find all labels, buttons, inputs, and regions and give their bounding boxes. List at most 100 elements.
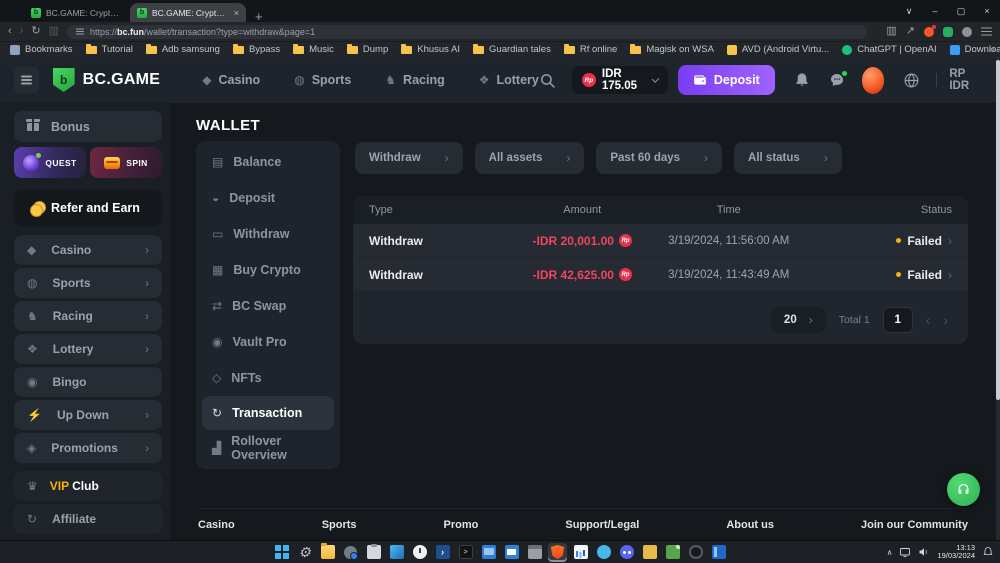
footer-link[interactable]: Sports — [322, 519, 357, 531]
bookmark-item[interactable]: Guardian tales — [473, 44, 551, 55]
bookmark-item[interactable]: Music — [293, 44, 334, 55]
chevron-right-icon[interactable] — [948, 269, 952, 281]
browser-tab-2-active[interactable]: BC.GAME: Crypto Casino Games — [130, 3, 246, 22]
balance-selector[interactable]: Rp IDR 175.05 — [572, 66, 668, 94]
chevron-right-icon[interactable] — [948, 235, 952, 247]
taskbar-app[interactable] — [410, 543, 429, 562]
bonus-button[interactable]: Bonus — [14, 111, 162, 142]
sidebar-item[interactable]: Promotions — [14, 433, 162, 463]
sidebar-item[interactable]: Racing — [14, 301, 162, 331]
browser-tab-1[interactable]: BC.GAME: Crypto Casino Games & C — [24, 3, 130, 22]
filter-dropdown[interactable]: All assets — [475, 142, 585, 174]
sidebar-item[interactable]: Sports — [14, 268, 162, 298]
bookmark-item[interactable]: Magisk on WSA — [630, 44, 714, 55]
footer-link[interactable]: Casino — [198, 519, 235, 531]
browser-menu-icon[interactable] — [981, 31, 992, 33]
sidebar-item[interactable]: Up Down — [14, 400, 162, 430]
footer-link[interactable]: Support/Legal — [565, 519, 639, 531]
user-avatar[interactable] — [862, 67, 885, 94]
bookmark-item[interactable]: Bypass — [233, 44, 280, 55]
brand-logo[interactable]: BC.GAME — [53, 68, 161, 92]
share-icon[interactable]: ↗ — [906, 26, 915, 37]
forward-icon[interactable]: › — [20, 26, 24, 37]
footer-link[interactable]: Join our Community — [861, 519, 968, 531]
taskbar-app[interactable] — [387, 543, 406, 562]
page-size-selector[interactable]: 20 — [771, 307, 826, 333]
chat-icon[interactable] — [829, 72, 845, 88]
table-row[interactable]: Withdraw -IDR 20,001.00 Rp 3/19/2024, 11… — [353, 224, 968, 258]
search-icon[interactable] — [539, 72, 556, 89]
scrollbar-track[interactable] — [996, 57, 1000, 540]
taskbar-app[interactable] — [686, 543, 705, 562]
taskbar-app[interactable] — [617, 543, 636, 562]
bookmark-item[interactable]: Tutorial — [86, 44, 133, 55]
currency-label[interactable]: RP IDR — [949, 68, 982, 92]
taskbar-app[interactable] — [433, 543, 452, 562]
sidebar-item[interactable]: Casino — [14, 235, 162, 265]
taskbar-app[interactable] — [318, 543, 337, 562]
notifications-bell-icon[interactable] — [794, 72, 810, 88]
wallet-nav-item[interactable]: Transaction — [202, 396, 334, 430]
bookmark-item[interactable]: Adb samsung — [146, 44, 220, 55]
bookmark-item[interactable]: Khusus AI — [401, 44, 460, 55]
notification-bell-icon[interactable] — [982, 546, 994, 558]
side-panel-icon[interactable]: ▥ — [886, 26, 896, 37]
extension-icon[interactable] — [943, 27, 953, 37]
taskbar-app[interactable] — [295, 543, 314, 562]
tab-close-icon[interactable] — [234, 8, 239, 18]
wallet-nav-item[interactable]: Buy Crypto — [196, 252, 340, 288]
profile-icon[interactable] — [962, 27, 972, 37]
taskbar-clock[interactable]: 13:13 19/03/2024 — [937, 544, 975, 561]
bookmark-item[interactable]: ChatGPT | OpenAI — [842, 44, 936, 55]
bookmark-item[interactable]: Rf online — [564, 44, 618, 55]
sidebar-item[interactable]: VIPClub — [14, 471, 162, 501]
reading-list-icon[interactable]: ▥ — [49, 26, 59, 37]
url-bar[interactable]: https://bc.fun/wallet/transaction?type=w… — [67, 25, 867, 39]
taskbar-app[interactable] — [571, 543, 590, 562]
taskbar-app[interactable] — [341, 543, 360, 562]
taskbar-app[interactable] — [640, 543, 659, 562]
wallet-nav-item[interactable]: Vault Pro — [196, 324, 340, 360]
back-icon[interactable]: ‹ — [8, 26, 12, 37]
bookmarks-overflow-icon[interactable] — [989, 44, 995, 55]
table-row[interactable]: Withdraw -IDR 42,625.00 Rp 3/19/2024, 11… — [353, 258, 968, 292]
display-icon[interactable] — [899, 546, 911, 558]
language-globe-icon[interactable] — [903, 72, 920, 89]
brave-rewards-icon[interactable] — [924, 27, 934, 37]
new-tab-button[interactable] — [255, 12, 263, 22]
current-page-input[interactable]: 1 — [883, 307, 913, 333]
sidebar-item[interactable]: Bingo — [14, 367, 162, 397]
taskbar-app[interactable] — [502, 543, 521, 562]
support-chat-button[interactable] — [947, 473, 980, 506]
taskbar-app[interactable] — [663, 543, 682, 562]
minimize-button[interactable]: – — [922, 0, 948, 22]
speaker-icon[interactable] — [918, 546, 930, 558]
taskbar-app[interactable] — [456, 543, 475, 562]
tab-search-icon[interactable]: ∨ — [896, 0, 922, 22]
wallet-nav-item[interactable]: BC Swap — [196, 288, 340, 324]
prev-page-icon[interactable]: ‹ — [926, 313, 931, 327]
hamburger-menu-button[interactable] — [14, 67, 39, 93]
taskbar-app[interactable] — [272, 543, 291, 562]
filter-dropdown[interactable]: Past 60 days — [596, 142, 722, 174]
taskbar-app[interactable] — [594, 543, 613, 562]
footer-link[interactable]: About us — [726, 519, 774, 531]
wallet-nav-item[interactable]: NFTs — [196, 360, 340, 396]
reload-icon[interactable]: ↻ — [31, 26, 40, 37]
filter-dropdown[interactable]: All status — [734, 142, 842, 174]
top-nav-item[interactable]: Racing — [385, 73, 444, 87]
wallet-nav-item[interactable]: Rollover Overview — [196, 430, 340, 466]
sidebar-item[interactable]: Affiliate — [14, 504, 162, 534]
deposit-button[interactable]: Deposit — [678, 65, 775, 95]
sidebar-item[interactable]: Lottery — [14, 334, 162, 364]
bookmark-item[interactable]: Dump — [347, 44, 388, 55]
close-button[interactable]: × — [974, 0, 1000, 22]
wallet-nav-item[interactable]: Balance — [196, 144, 340, 180]
spin-button[interactable]: SPIN — [90, 147, 162, 178]
scrollbar-thumb[interactable] — [996, 60, 1000, 400]
quest-button[interactable]: QUEST — [14, 147, 86, 178]
top-nav-item[interactable]: Casino — [202, 73, 260, 87]
maximize-button[interactable]: ▢ — [948, 0, 974, 22]
next-page-icon[interactable]: › — [943, 313, 948, 327]
site-settings-icon[interactable] — [76, 31, 84, 32]
